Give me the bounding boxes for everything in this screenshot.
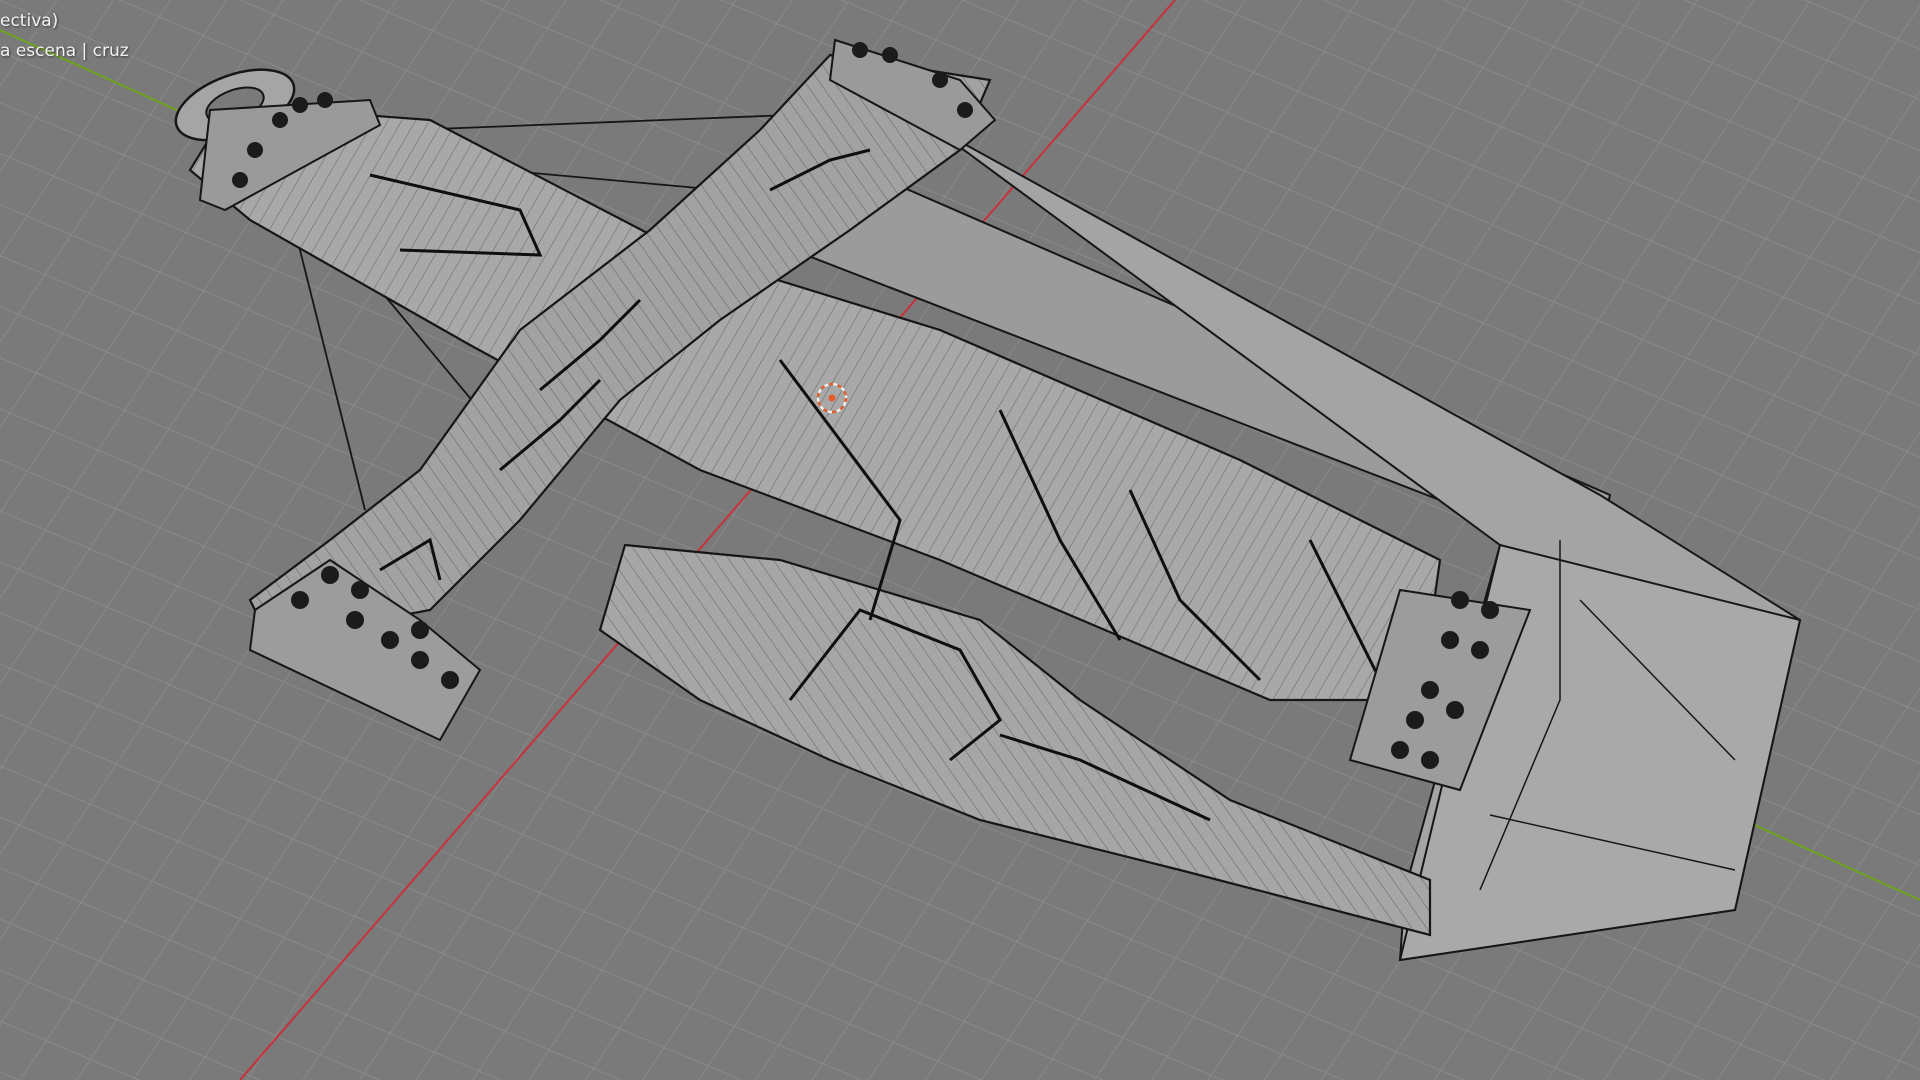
view-mode-label: ectiva) xyxy=(0,11,59,31)
3d-viewport[interactable]: ectiva) a escena | cruz xyxy=(0,0,1920,1080)
viewport-canvas[interactable] xyxy=(0,0,1920,1080)
scene-collection-label: a escena | cruz xyxy=(0,41,129,61)
